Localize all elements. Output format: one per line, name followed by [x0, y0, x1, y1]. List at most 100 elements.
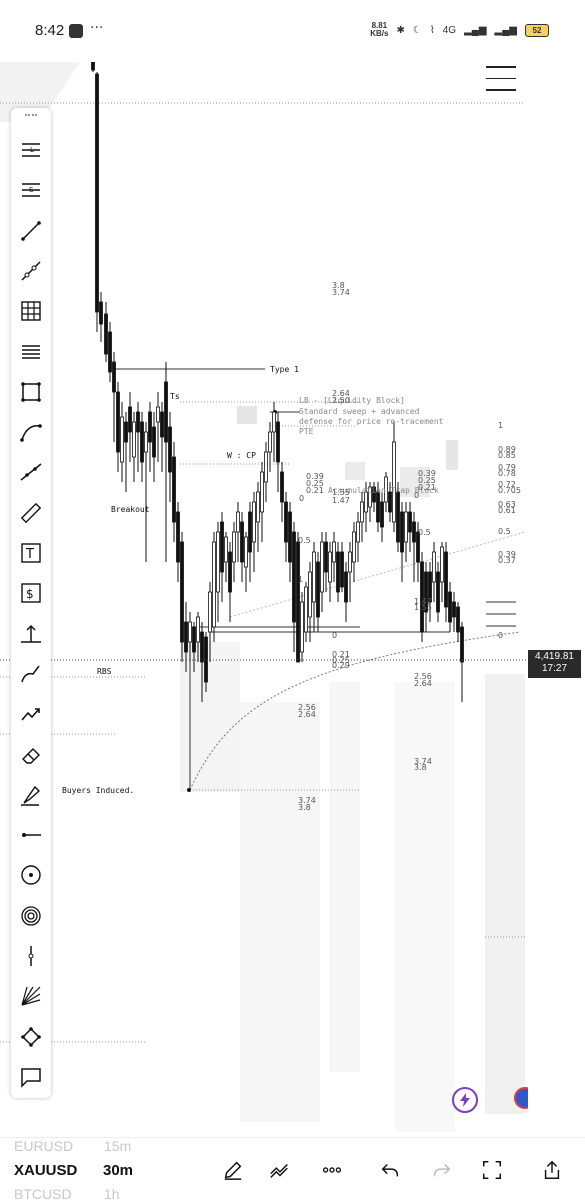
next-symbol[interactable]: BTCUSD: [14, 1186, 72, 1202]
chart-menu-icon[interactable]: [486, 66, 516, 101]
arrow-path-icon[interactable]: [17, 700, 45, 728]
candle-body: [288, 511, 292, 563]
rectangle-icon[interactable]: [17, 378, 45, 406]
bottom-bar: EURUSD 15m XAUUSD 30m BTCUSD 1h: [0, 1137, 585, 1202]
candle-body: [140, 421, 144, 463]
horizontal-ray-icon[interactable]: [17, 821, 45, 849]
candle-body: [260, 471, 264, 513]
bg-small-2: [446, 440, 458, 470]
svg-text:T: T: [25, 547, 34, 562]
candle-body: [156, 406, 160, 423]
text-icon[interactable]: T: [17, 539, 45, 567]
candle-body: [304, 586, 308, 633]
price-chart[interactable]: Type 1 Ts W : CP Breakout RBS Buyers Ind…: [0, 62, 585, 1137]
status-icons: 8.81 KB/s ✱ ☾ ⌇ 4G ▂▄▆ ▂▄▆ 52: [370, 22, 549, 38]
bluetooth-icon: ✱: [396, 24, 405, 36]
prev-symbol[interactable]: EURUSD: [14, 1138, 73, 1154]
extended-line-icon[interactable]: [17, 458, 45, 486]
long-position-icon[interactable]: L: [17, 136, 45, 164]
timeframe-selector[interactable]: 30m: [103, 1162, 133, 1179]
undo-icon[interactable]: [376, 1156, 404, 1184]
candle-body: [264, 451, 268, 483]
label-type1: Type 1: [270, 365, 299, 374]
bg-zone-1: [240, 702, 320, 1122]
candle-body: [360, 501, 364, 523]
candle-body: [212, 541, 216, 628]
svg-text:0.705: 0.705: [498, 486, 521, 495]
parallel-channel-icon[interactable]: [17, 338, 45, 366]
network-type: 4G: [442, 24, 457, 36]
candle-body: [308, 571, 312, 618]
candle-body: [400, 511, 404, 553]
redo-icon[interactable]: [428, 1156, 456, 1184]
label-lb-title: LB - [Liquidity Block]: [299, 396, 405, 405]
signal-icon: ▂▄▆: [464, 24, 487, 36]
candle-body: [436, 571, 440, 613]
fullscreen-icon[interactable]: [478, 1156, 506, 1184]
wifi-off-icon: ⌇: [429, 24, 435, 36]
price-range-icon[interactable]: [17, 620, 45, 648]
candle-body: [340, 551, 344, 588]
ray-icon[interactable]: [17, 257, 45, 285]
candle-body: [456, 606, 460, 633]
candle-body: [200, 631, 204, 663]
drawing-toolbar: L S T $: [11, 108, 51, 1098]
polygon-icon[interactable]: [17, 1023, 45, 1051]
svg-text:1: 1: [498, 421, 503, 430]
svg-text:0.5: 0.5: [418, 528, 431, 537]
chart-canvas[interactable]: Type 1 Ts W : CP Breakout RBS Buyers Ind…: [0, 62, 585, 1137]
target-icon[interactable]: [17, 861, 45, 889]
trend-line-icon[interactable]: [17, 217, 45, 245]
ruler-icon[interactable]: [17, 499, 45, 527]
more-notifications-icon: ···: [90, 20, 104, 36]
svg-text:0.29: 0.29: [332, 661, 350, 670]
symbol-selector[interactable]: XAUUSD: [14, 1162, 77, 1179]
svg-text:L: L: [30, 146, 34, 154]
candle-body: [256, 491, 260, 523]
draw-pen-icon[interactable]: [219, 1156, 247, 1184]
candle-body: [352, 531, 356, 563]
status-time: 8:42: [35, 22, 65, 39]
flag-icon[interactable]: [514, 1087, 528, 1109]
more-options-icon[interactable]: [318, 1156, 346, 1184]
brush-icon[interactable]: [17, 660, 45, 688]
short-position-icon[interactable]: S: [17, 176, 45, 204]
curve-icon[interactable]: [17, 418, 45, 446]
bg-zone-4: [180, 642, 240, 792]
fib-grid-icon[interactable]: [17, 297, 45, 325]
highlighter-icon[interactable]: [17, 781, 45, 809]
candle-body: [460, 626, 464, 663]
prev-timeframe[interactable]: 15m: [104, 1138, 131, 1154]
candle-body: [108, 331, 112, 373]
comment-icon[interactable]: [17, 1063, 45, 1091]
candle-body: [128, 406, 132, 433]
label-breakout: Breakout: [111, 505, 150, 514]
candle-body: [376, 491, 380, 523]
share-icon[interactable]: [538, 1156, 566, 1184]
candle-body: [208, 591, 212, 633]
candle-body: [236, 511, 240, 533]
candle-body: [300, 601, 304, 653]
candle-body: [320, 541, 324, 593]
toolbar-drag-handle[interactable]: [25, 114, 37, 122]
flash-icon[interactable]: [452, 1087, 478, 1113]
svg-text:0.61: 0.61: [498, 506, 516, 515]
svg-text:3.74: 3.74: [332, 288, 350, 297]
candle-body: [364, 491, 368, 513]
price-label-icon[interactable]: $: [17, 579, 45, 607]
bar-countdown: 17:27: [541, 663, 568, 674]
candle-body: [240, 521, 244, 563]
svg-text:3.8: 3.8: [414, 763, 427, 772]
eraser-icon[interactable]: [17, 741, 45, 769]
next-timeframe[interactable]: 1h: [104, 1186, 120, 1202]
indicators-icon[interactable]: [266, 1156, 294, 1184]
candlesticks: [91, 62, 464, 702]
svg-text:1.47: 1.47: [332, 496, 350, 505]
candle-body: [104, 313, 108, 355]
candle-body: [348, 551, 352, 573]
current-price-tag: 4,419.81 17:27: [528, 650, 581, 678]
fib-fan-icon[interactable]: [17, 982, 45, 1010]
candle-body: [404, 511, 408, 543]
spiral-icon[interactable]: [17, 902, 45, 930]
vertical-line-icon[interactable]: [17, 942, 45, 970]
